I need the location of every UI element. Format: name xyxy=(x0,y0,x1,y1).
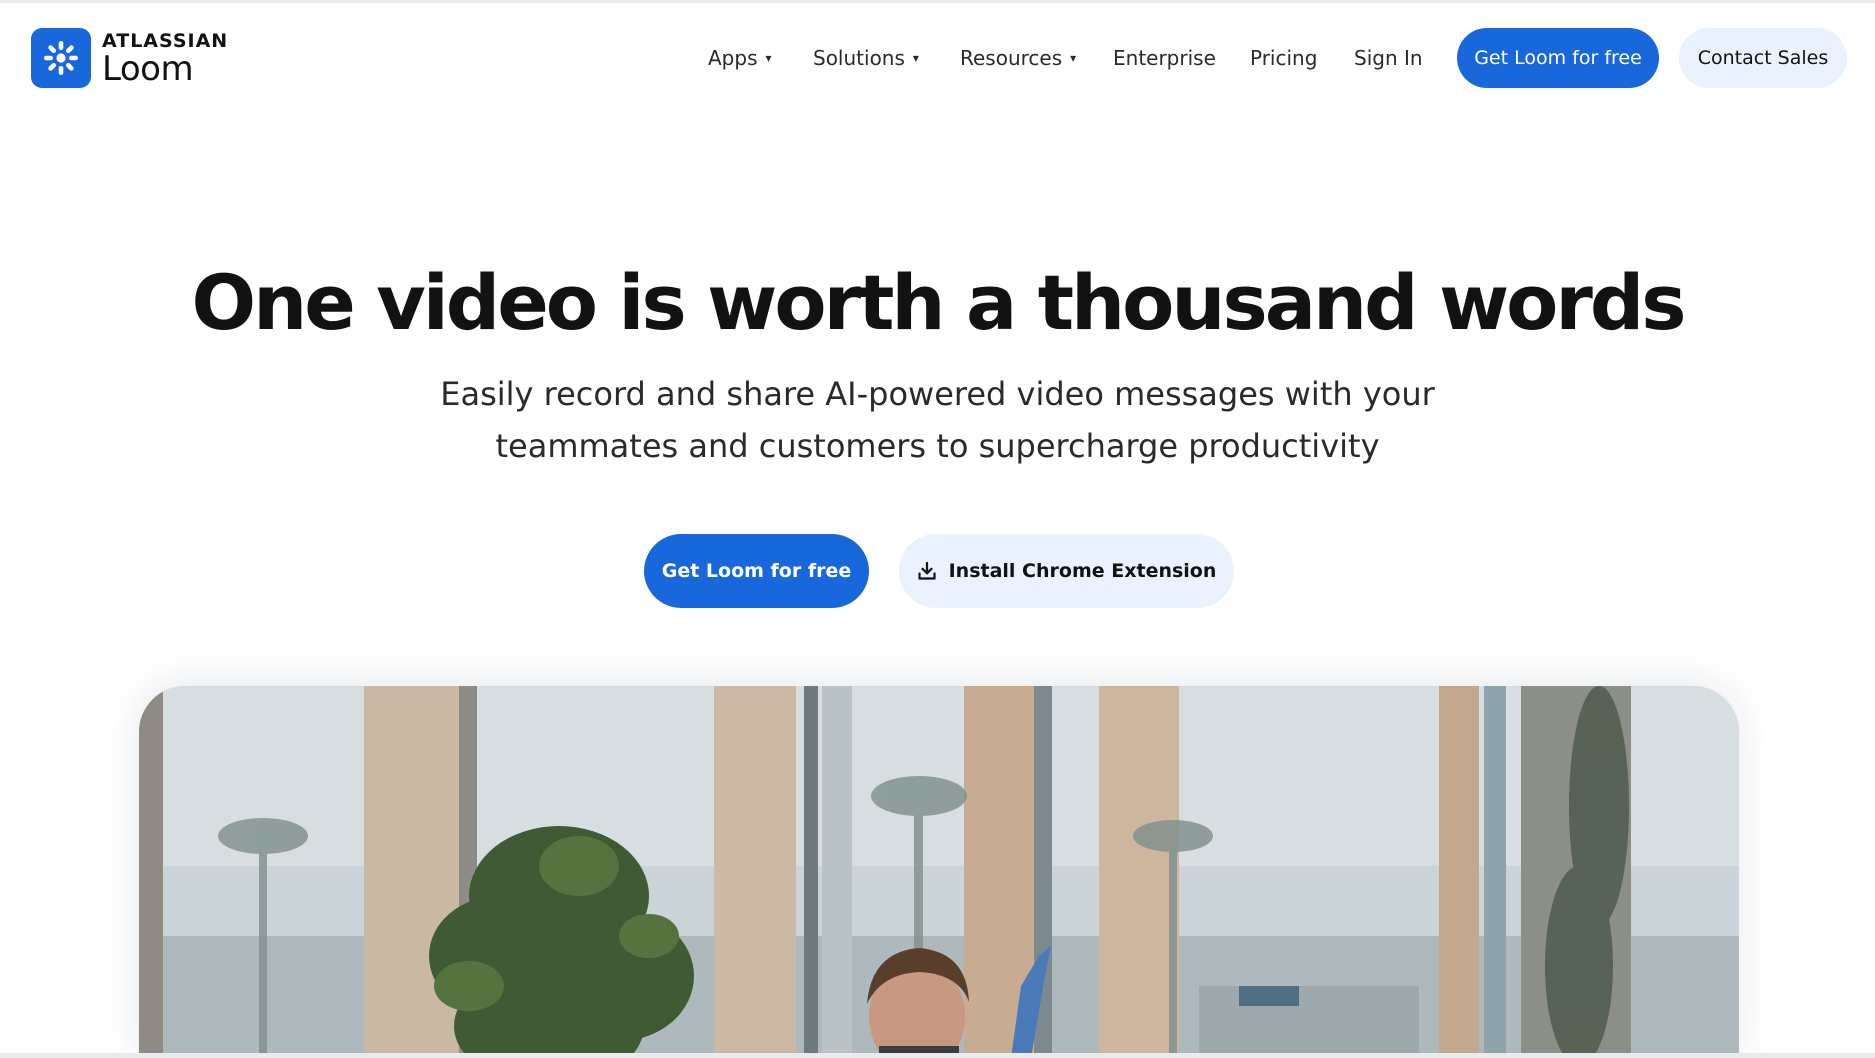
install-chrome-extension-button[interactable]: Install Chrome Extension xyxy=(899,534,1234,608)
hero-subtitle-line: Easily record and share AI-powered video… xyxy=(440,375,1435,413)
hero-cta-group: Get Loom for free Install Chrome Extensi… xyxy=(0,534,1875,610)
nav-item-pricing[interactable]: Pricing xyxy=(1250,28,1317,88)
nav-item-label: Resources xyxy=(960,46,1063,70)
nav-item-label: Solutions xyxy=(813,46,905,70)
nav-item-solutions[interactable]: Solutions ▾ xyxy=(813,28,919,88)
hero-video[interactable] xyxy=(139,686,1739,1058)
nav-item-label: Apps xyxy=(708,46,758,70)
page: ATLASSIAN Loom Apps ▾ Solutions ▾ Resour… xyxy=(0,0,1875,1058)
header-get-loom-button[interactable]: Get Loom for free xyxy=(1457,28,1659,88)
site-header: ATLASSIAN Loom Apps ▾ Solutions ▾ Resour… xyxy=(0,3,1875,113)
bottom-divider xyxy=(0,1053,1875,1058)
install-chrome-extension-label: Install Chrome Extension xyxy=(948,560,1217,582)
get-loom-free-button[interactable]: Get Loom for free xyxy=(644,534,869,608)
nav-item-label: Sign In xyxy=(1354,46,1423,70)
nav-item-label: Pricing xyxy=(1250,46,1318,70)
nav-item-sign-in[interactable]: Sign In xyxy=(1354,28,1423,88)
nav-item-resources[interactable]: Resources ▾ xyxy=(960,28,1076,88)
chevron-down-icon: ▾ xyxy=(912,51,919,65)
contact-sales-button[interactable]: Contact Sales xyxy=(1679,28,1847,88)
nav-item-apps[interactable]: Apps ▾ xyxy=(708,28,772,88)
chevron-down-icon: ▾ xyxy=(765,51,772,65)
hero-title: One video is worth a thousand words xyxy=(191,258,1686,347)
hero-subtitle: Easily record and share AI-powered video… xyxy=(0,368,1875,472)
download-icon xyxy=(917,561,937,581)
nav-item-enterprise[interactable]: Enterprise xyxy=(1113,28,1216,88)
nav-item-label: Enterprise xyxy=(1113,46,1216,70)
chevron-down-icon: ▾ xyxy=(1070,51,1077,65)
video-frame xyxy=(139,686,1739,1058)
hero-subtitle-line: teammates and customers to supercharge p… xyxy=(495,427,1380,465)
